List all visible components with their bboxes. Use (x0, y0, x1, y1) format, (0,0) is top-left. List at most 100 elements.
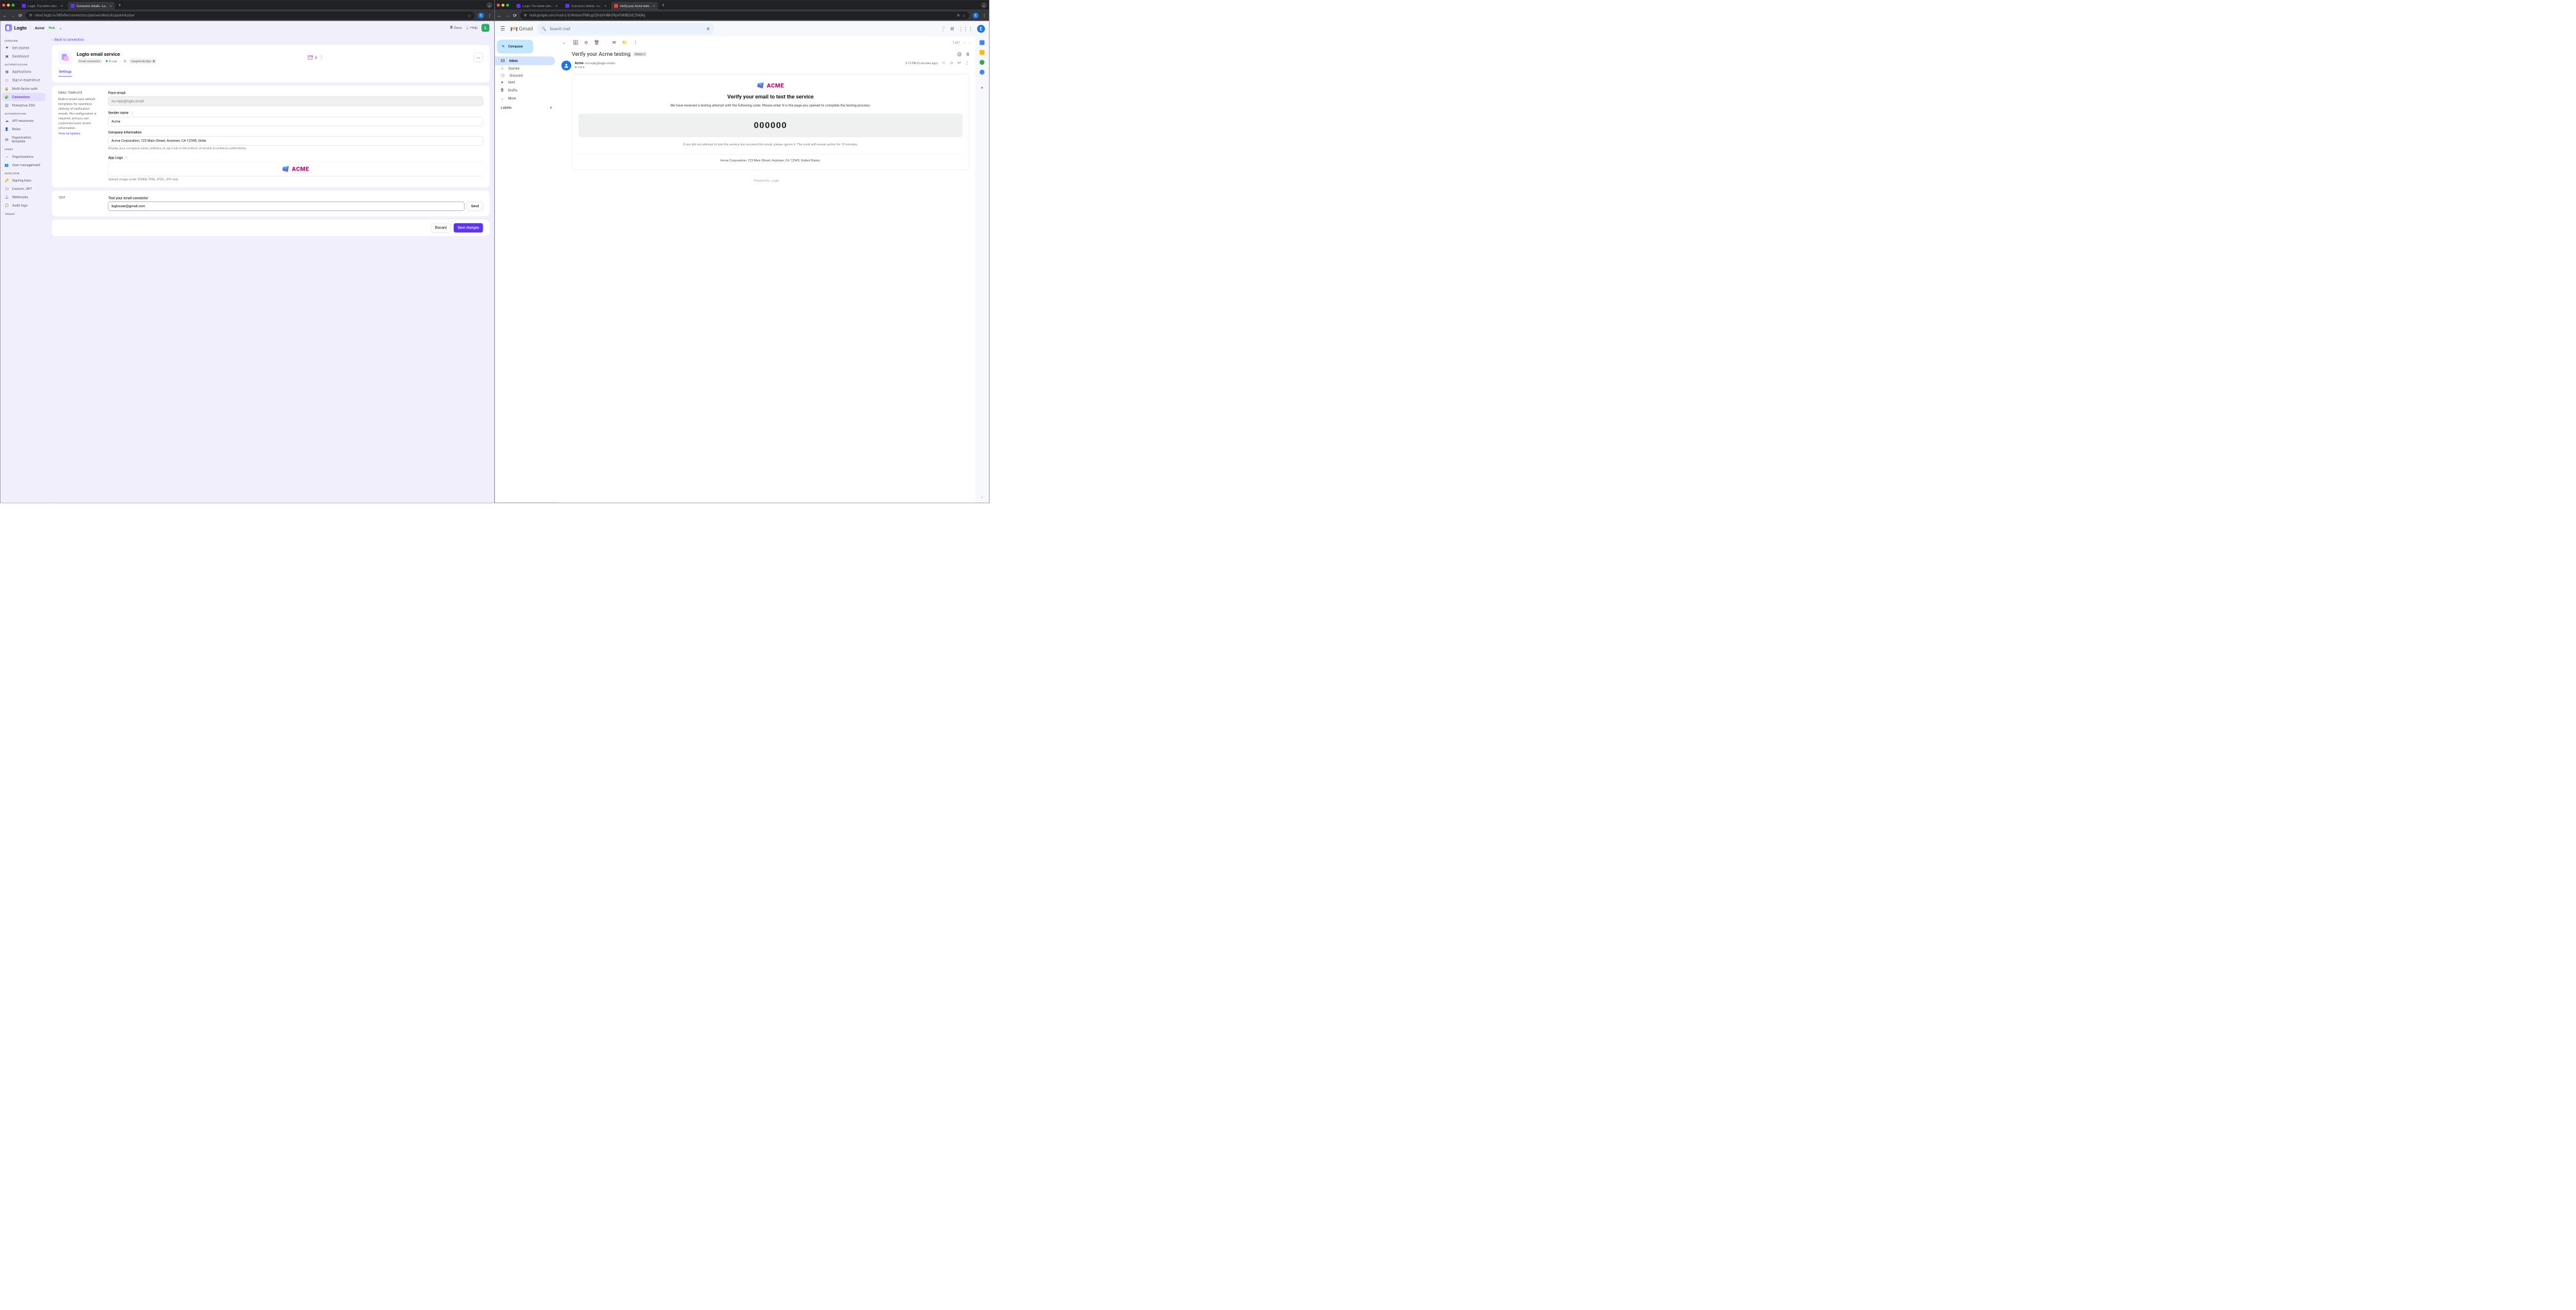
maximize-window-icon[interactable] (12, 4, 15, 7)
tenant-switcher[interactable]: Acme Prod ⌄ (35, 26, 62, 30)
sidebar-item-connectors[interactable]: 🧩Connectors (2, 93, 45, 101)
new-tab-button[interactable]: + (660, 3, 666, 8)
nav-drafts[interactable]: 🗎Drafts (495, 86, 555, 95)
menu-icon[interactable]: ☰ (499, 24, 506, 33)
sidebar-item-audit-logs[interactable]: 📋Audit logs (2, 201, 45, 210)
profile-avatar[interactable]: E (478, 13, 484, 19)
profile-avatar[interactable]: E (973, 13, 979, 19)
inbox-label-chip[interactable]: Inbox× (633, 52, 646, 56)
sidebar-item-api[interactable]: ☁API resources (2, 117, 45, 125)
tab-overflow-icon[interactable]: ⌄ (486, 2, 492, 8)
search-input[interactable]: 🔍 ⚙ (537, 23, 714, 35)
mark-unread-icon[interactable]: ✉ (612, 40, 616, 45)
app-logo-dropzone[interactable]: ACME (108, 162, 483, 176)
back-icon[interactable]: ← (497, 13, 502, 18)
tab-overflow-icon[interactable]: ⌄ (981, 2, 987, 8)
test-email-input[interactable] (108, 201, 465, 211)
browser-tab[interactable]: Connector details - Logto Cl × (562, 2, 609, 10)
new-tab-button[interactable]: + (117, 3, 123, 8)
back-to-connectors-link[interactable]: ‹ Back to connectors (52, 38, 490, 42)
new-window-icon[interactable]: ⧉ (966, 51, 969, 56)
delete-icon[interactable]: 🗑 (594, 40, 599, 45)
browser-tab[interactable]: Logto: The better identity inf × (19, 2, 66, 10)
move-to-icon[interactable]: 📁 (622, 40, 628, 45)
info-icon[interactable]: ⓘ (319, 55, 323, 60)
bookmark-star-icon[interactable]: ☆ (468, 13, 472, 18)
tasks-icon[interactable] (979, 60, 984, 65)
back-icon[interactable]: ← (3, 13, 7, 18)
url-input[interactable]: ⚙ cloud.logto.io/08fx8w/connectors/passw… (26, 12, 475, 19)
browser-menu-icon[interactable]: ⋮ (982, 13, 986, 18)
discard-button[interactable]: Discard (431, 223, 451, 233)
search-options-icon[interactable]: ⚙ (707, 26, 710, 31)
copy-icon[interactable]: ⧉ (153, 59, 155, 63)
apps-grid-icon[interactable]: ⋮⋮⋮ (958, 26, 973, 31)
nav-snoozed[interactable]: 🕑Snoozed (495, 72, 555, 80)
more-icon[interactable]: ⋮ (633, 40, 638, 45)
info-icon[interactable]: ⓘ (125, 155, 128, 160)
more-menu-button[interactable]: ⋯ (474, 53, 483, 62)
sidebar-item-enterprise-sso[interactable]: 🏢Enterprise SSO (2, 101, 45, 110)
close-tab-icon[interactable]: × (61, 4, 63, 8)
remove-chip-icon[interactable]: × (643, 53, 644, 56)
browser-tab-active[interactable]: Verify your Acme testing - lo × (611, 2, 658, 10)
add-panel-icon[interactable]: + (981, 85, 983, 90)
support-icon[interactable]: ❔ (940, 26, 947, 31)
compose-button[interactable]: ✎ Compose (497, 40, 533, 54)
nav-more[interactable]: ⌄More (495, 95, 555, 102)
company-info-input[interactable] (108, 136, 483, 146)
close-tab-icon[interactable]: × (110, 4, 112, 8)
collapse-panel-icon[interactable]: › (981, 495, 983, 499)
tab-settings[interactable]: Settings (58, 68, 72, 76)
nav-sent[interactable]: ➤Sent (495, 79, 555, 86)
star-icon[interactable]: ☆ (941, 60, 945, 65)
close-window-icon[interactable] (497, 4, 500, 7)
minimize-window-icon[interactable] (501, 4, 504, 7)
search-field[interactable] (550, 26, 703, 31)
sidebar-item-applications[interactable]: ▦Applications (2, 68, 45, 76)
account-avatar[interactable]: E (977, 25, 985, 33)
sidebar-item-custom-jwt[interactable]: { }Custom JWT (2, 185, 45, 193)
back-to-inbox-icon[interactable]: ← (562, 40, 567, 45)
reply-icon[interactable]: ↩ (957, 60, 961, 65)
site-settings-icon[interactable]: ⚙ (29, 13, 32, 17)
add-label-icon[interactable]: + (550, 105, 552, 110)
forward-icon[interactable]: → (11, 13, 15, 18)
browser-menu-icon[interactable]: ⋮ (488, 13, 492, 18)
gmail-logo[interactable]: Gmail (511, 26, 533, 32)
keep-icon[interactable] (979, 50, 984, 55)
contacts-icon[interactable] (979, 70, 984, 75)
sidebar-item-mfa[interactable]: 🔒Multi-factor auth (2, 85, 45, 93)
user-avatar[interactable]: L (481, 24, 489, 31)
sidebar-item-sign-in[interactable]: ▢Sign-in experience (2, 76, 45, 85)
maximize-window-icon[interactable] (506, 4, 510, 7)
sender-avatar[interactable] (562, 60, 571, 70)
browser-tab-active[interactable]: Connector details - Logto Cl × (68, 2, 115, 10)
nav-inbox[interactable]: 🖂Inbox (495, 56, 555, 65)
reload-icon[interactable]: ⟳ (513, 13, 517, 18)
more-icon[interactable]: ⋮ (965, 60, 970, 65)
archive-icon[interactable]: 🗄 (572, 40, 578, 45)
sidebar-item-signing-keys[interactable]: 🔑Signing keys (2, 176, 45, 185)
bookmark-star-icon[interactable]: ☆ (962, 13, 966, 18)
close-tab-icon[interactable]: × (653, 4, 655, 8)
close-tab-icon[interactable]: × (556, 4, 558, 8)
save-changes-button[interactable]: Save changes (454, 223, 483, 233)
settings-gear-icon[interactable]: ⚙ (950, 26, 954, 31)
sidebar-item-roles[interactable]: 👤Roles (2, 125, 45, 133)
reload-icon[interactable]: ⟳ (19, 13, 22, 18)
connector-id[interactable]: kzapxemkzdyw⧉ (129, 58, 157, 64)
to-row[interactable]: to me ▾ (574, 65, 615, 69)
spam-icon[interactable]: ⊘ (584, 40, 588, 45)
send-test-button[interactable]: Send (467, 201, 483, 211)
view-templates-link[interactable]: View templates (58, 132, 80, 135)
docs-link[interactable]: 🗎 Docs (450, 25, 461, 31)
sender-name-input[interactable] (108, 117, 483, 126)
print-icon[interactable]: 🖨 (957, 51, 962, 56)
forward-icon[interactable]: → (505, 13, 510, 18)
sidebar-item-dashboard[interactable]: ▣Dashboard (2, 52, 45, 60)
sidebar-item-user-management[interactable]: 👥User management (2, 161, 45, 169)
calendar-icon[interactable] (979, 40, 984, 46)
minimize-window-icon[interactable] (7, 4, 10, 7)
sidebar-item-webhooks[interactable]: ⚓Webhooks (2, 193, 45, 201)
